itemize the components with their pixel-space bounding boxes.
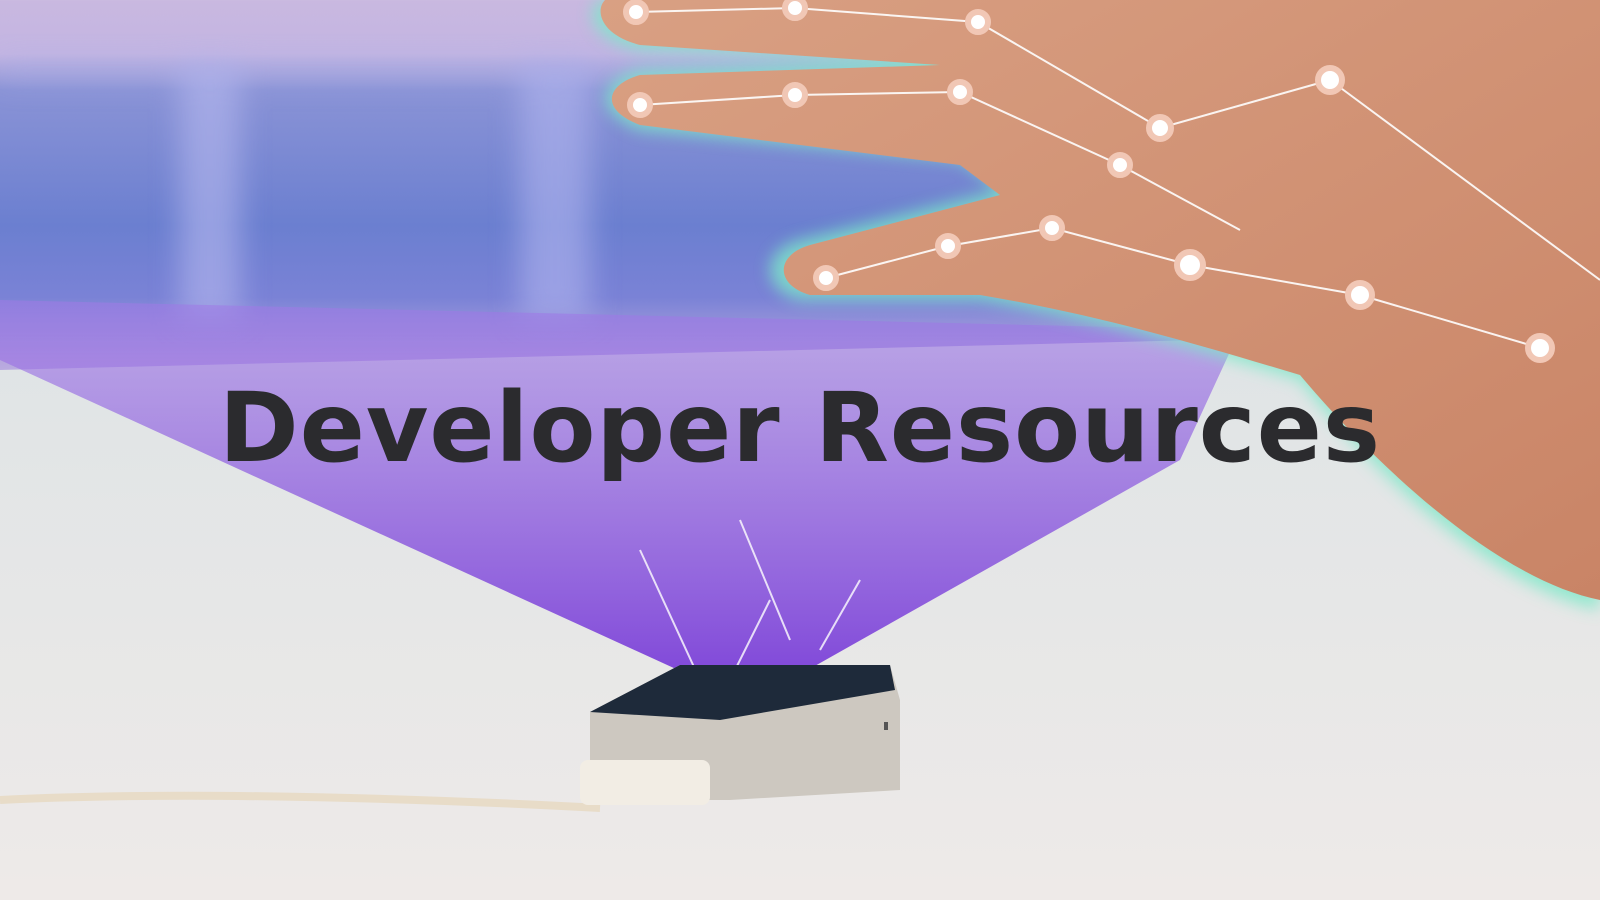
page-title: Developer Resources <box>219 372 1381 484</box>
hero-banner: Developer Resources <box>0 0 1600 900</box>
